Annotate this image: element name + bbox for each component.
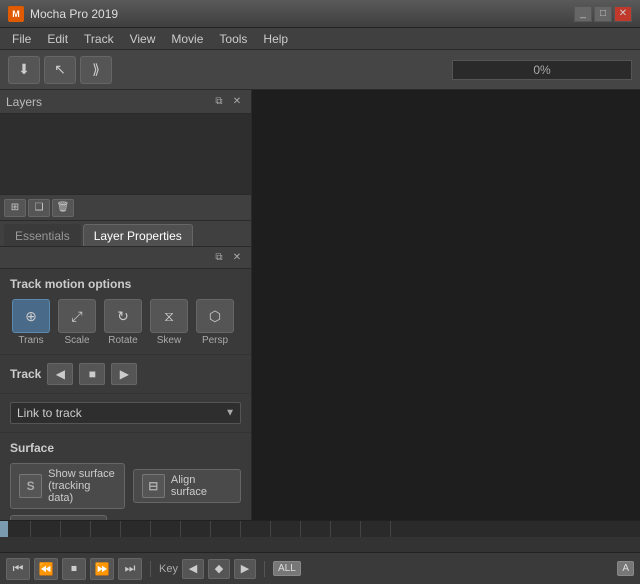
main-layout: Layers ⧉ ✕ ⊞ ❑ 🗑 Essentials Layer Proper…: [0, 90, 640, 520]
surface-row-1: S Show surface (tracking data) ⊟ Align s…: [10, 463, 241, 509]
skew-icon: ⧖: [150, 299, 188, 333]
menu-view[interactable]: View: [122, 30, 164, 48]
window-title: Mocha Pro 2019: [30, 7, 572, 21]
add-layer-button[interactable]: ⊞: [4, 199, 26, 217]
show-surface-label: Show surface (tracking data): [48, 468, 116, 504]
props-panel-header: ⧉ ✕: [0, 247, 251, 269]
all-badge[interactable]: ALL: [273, 561, 301, 576]
skip-to-start-button[interactable]: ⏮: [6, 558, 30, 580]
motion-btn-scale[interactable]: ⤢ Scale: [56, 299, 98, 346]
tabs-bar: Essentials Layer Properties: [0, 221, 251, 247]
show-grid-button[interactable]: ⊞ Show grid: [10, 515, 107, 520]
float-layers-button[interactable]: ⧉: [211, 94, 227, 110]
skip-to-end-button[interactable]: ⏭: [118, 558, 142, 580]
surface-title: Surface: [10, 441, 241, 455]
step-back-button[interactable]: ⏪: [34, 558, 58, 580]
progress-display: 0%: [452, 60, 632, 80]
menu-movie[interactable]: Movie: [163, 30, 211, 48]
maximize-button[interactable]: □: [594, 6, 612, 22]
key-forward-button[interactable]: ▶: [234, 559, 256, 579]
surface-row-2: ⊞ Show grid: [10, 515, 241, 520]
motion-btn-persp[interactable]: ⬡ Persp: [194, 299, 236, 346]
menu-file[interactable]: File: [4, 30, 39, 48]
track-tool[interactable]: ⟫: [80, 56, 112, 84]
import-button[interactable]: ⬇: [8, 56, 40, 84]
track-stop-button[interactable]: ■: [79, 363, 105, 385]
track-motion-title: Track motion options: [10, 277, 241, 291]
select-tool[interactable]: ↖: [44, 56, 76, 84]
rotate-icon: ↻: [104, 299, 142, 333]
show-surface-button[interactable]: S Show surface (tracking data): [10, 463, 125, 509]
viewport: [252, 90, 640, 520]
track-motion-section: Track motion options ⊕ Trans ⤢ Scale ↻ R…: [0, 269, 251, 355]
link-track-wrapper: Link to track ▼: [10, 402, 241, 424]
timeline-track[interactable]: [0, 521, 640, 537]
canvas-area: [252, 90, 640, 520]
props-panel: Track motion options ⊕ Trans ⤢ Scale ↻ R…: [0, 269, 251, 520]
track-forward-button[interactable]: ▶: [111, 363, 137, 385]
title-bar: M Mocha Pro 2019 _ □ ✕: [0, 0, 640, 28]
bottom-bar: ⏮ ⏪ ⏹ ⏩ ⏭ Key ◀ ◆ ▶ ALL A: [0, 552, 640, 584]
track-back-button[interactable]: ◀: [47, 363, 73, 385]
timeline: [0, 520, 640, 552]
app-icon: M: [8, 6, 24, 22]
menu-tools[interactable]: Tools: [211, 30, 255, 48]
minimize-button[interactable]: _: [574, 6, 592, 22]
float-props-button[interactable]: ⧉: [211, 250, 227, 266]
separator-2: [264, 561, 265, 577]
align-surface-icon: ⊟: [142, 474, 165, 498]
toolbar: ⬇ ↖ ⟫ 0%: [0, 50, 640, 90]
motion-options-grid: ⊕ Trans ⤢ Scale ↻ Rotate ⧖ Skew: [10, 299, 241, 346]
track-section: Track ◀ ■ ▶: [0, 355, 251, 394]
link-to-track-dropdown[interactable]: Link to track: [10, 402, 241, 424]
align-surface-label: Align surface: [171, 474, 232, 498]
progress-area: 0%: [116, 60, 632, 80]
key-add-button[interactable]: ◆: [208, 559, 230, 579]
menu-help[interactable]: Help: [255, 30, 296, 48]
menu-bar: File Edit Track View Movie Tools Help: [0, 28, 640, 50]
close-layers-button[interactable]: ✕: [229, 94, 245, 110]
layers-header: Layers ⧉ ✕: [0, 90, 251, 114]
trans-icon: ⊕: [12, 299, 50, 333]
separator-1: [150, 561, 151, 577]
key-label: Key: [159, 563, 178, 575]
scale-icon: ⤢: [58, 299, 96, 333]
menu-edit[interactable]: Edit: [39, 30, 76, 48]
left-panel: Layers ⧉ ✕ ⊞ ❑ 🗑 Essentials Layer Proper…: [0, 90, 252, 520]
persp-icon: ⬡: [196, 299, 234, 333]
close-button[interactable]: ✕: [614, 6, 632, 22]
layers-toolbar: ⊞ ❑ 🗑: [0, 194, 251, 220]
menu-track[interactable]: Track: [76, 30, 122, 48]
delete-layer-button[interactable]: 🗑: [52, 199, 74, 217]
a-badge[interactable]: A: [617, 561, 634, 576]
align-surface-button[interactable]: ⊟ Align surface: [133, 469, 241, 503]
layers-title: Layers: [6, 95, 209, 109]
duplicate-layer-button[interactable]: ❑: [28, 199, 50, 217]
layers-content: [0, 114, 251, 194]
motion-btn-skew[interactable]: ⧖ Skew: [148, 299, 190, 346]
close-props-button[interactable]: ✕: [229, 250, 245, 266]
motion-btn-rotate[interactable]: ↻ Rotate: [102, 299, 144, 346]
surface-section: Surface S Show surface (tracking data) ⊟…: [0, 433, 251, 520]
link-to-track-section: Link to track ▼: [0, 394, 251, 433]
stop-button[interactable]: ⏹: [62, 558, 86, 580]
key-back-button[interactable]: ◀: [182, 559, 204, 579]
layers-section: Layers ⧉ ✕ ⊞ ❑ 🗑: [0, 90, 251, 221]
motion-btn-trans[interactable]: ⊕ Trans: [10, 299, 52, 346]
tab-essentials[interactable]: Essentials: [4, 224, 81, 246]
tab-layer-properties[interactable]: Layer Properties: [83, 224, 193, 246]
track-controls: Track ◀ ■ ▶: [10, 363, 241, 385]
timeline-thumb[interactable]: [0, 521, 8, 537]
show-surface-icon: S: [19, 474, 42, 498]
play-forward-button[interactable]: ⏩: [90, 558, 114, 580]
